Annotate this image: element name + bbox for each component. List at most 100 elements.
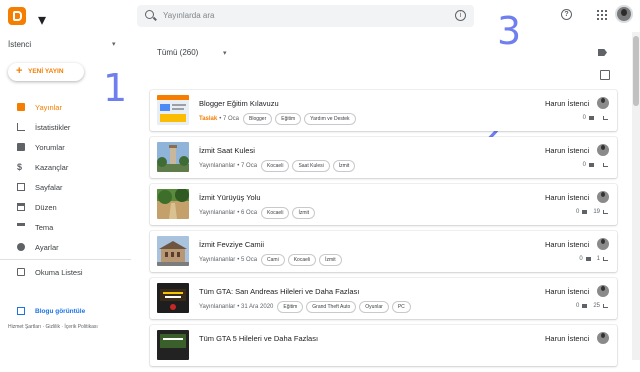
post-status: Yayınlananlar xyxy=(199,210,236,216)
posts-icon xyxy=(17,103,25,111)
post-filter-dropdown[interactable]: Tümü (260) xyxy=(157,48,198,57)
post-list: Blogger Eğitim Kılavuzu Taslak • 7 Oca B… xyxy=(150,90,617,372)
plus-icon: + xyxy=(16,65,23,77)
view-blog-link[interactable]: Blogu görüntüle xyxy=(17,307,85,315)
post-date: • 5 Oca xyxy=(237,257,258,263)
views-chart-icon xyxy=(603,163,608,167)
post-thumbnail xyxy=(157,283,189,313)
post-title[interactable]: İzmit Fevziye Camii xyxy=(199,240,264,249)
post-meta: Taslak • 7 Oca Blogger Eğitim Yardım ve … xyxy=(199,113,359,125)
help-icon[interactable]: ? xyxy=(561,9,572,20)
comments-icon xyxy=(17,143,25,151)
label-chip[interactable]: Cami xyxy=(261,254,285,266)
sidebar-item-theme[interactable]: Tema xyxy=(0,217,131,237)
footer-links[interactable]: Hizmet Şartları · Gizlilik · İçerik Poli… xyxy=(8,324,98,330)
info-icon[interactable]: i xyxy=(455,10,466,21)
sidebar-item-reading-list[interactable]: Okuma Listesi xyxy=(0,262,131,282)
comment-count: 0 xyxy=(582,115,586,121)
label-chip[interactable]: Grand Theft Auto xyxy=(306,301,357,313)
post-row[interactable]: Tüm GTA: San Andreas Hileleri ve Daha Fa… xyxy=(150,278,617,319)
post-author: Harun İstenci xyxy=(545,240,590,249)
post-row[interactable]: İzmit Fevziye Camii Yayınlananlar • 5 Oc… xyxy=(150,231,617,272)
post-thumbnail xyxy=(157,236,189,266)
label-chip[interactable]: Yardım ve Destek xyxy=(304,113,356,125)
reading-list-icon xyxy=(17,268,25,276)
label-icon[interactable] xyxy=(598,49,607,56)
view-count: 19 xyxy=(593,209,600,215)
label-chip[interactable]: Kocaeli xyxy=(261,160,290,172)
label-chip[interactable]: İzmit xyxy=(292,207,315,219)
post-row[interactable]: İzmit Saat Kulesi Yayınlananlar • 7 Oca … xyxy=(150,137,617,178)
author-avatar xyxy=(597,238,609,250)
post-author: Harun İstenci xyxy=(545,99,590,108)
post-date: • 7 Oca xyxy=(237,163,258,169)
post-stats: 0 xyxy=(583,162,608,168)
sidebar-item-stats[interactable]: İstatistikler xyxy=(0,117,131,137)
post-title[interactable]: Tüm GTA: San Andreas Hileleri ve Daha Fa… xyxy=(199,287,359,296)
scrollbar-thumb[interactable] xyxy=(633,36,639,106)
apps-grid-icon[interactable] xyxy=(597,10,607,20)
post-date: • 7 Oca xyxy=(219,116,240,122)
label-chip[interactable]: Blogger xyxy=(243,113,273,125)
post-meta: Yayınlananlar • 5 Oca Cami Kocaeli İzmit xyxy=(199,254,345,266)
label-chip[interactable]: Kocaeli xyxy=(287,254,317,266)
post-status: Yayınlananlar xyxy=(199,163,236,169)
post-author: Harun İstenci xyxy=(545,146,590,155)
blog-menu-chevron-icon[interactable]: ▾ xyxy=(38,10,46,30)
comment-icon xyxy=(589,116,594,120)
post-stats: 0 25 xyxy=(576,303,608,309)
label-chip[interactable]: Oyunlar xyxy=(359,301,389,313)
post-title[interactable]: İzmit Saat Kulesi xyxy=(199,146,255,155)
sidebar-item-label: İstatistikler xyxy=(35,122,71,132)
layout-icon xyxy=(17,203,25,211)
settings-icon xyxy=(17,243,25,251)
sidebar-item-earnings[interactable]: $ Kazançlar xyxy=(0,157,131,177)
sidebar-item-label: Okuma Listesi xyxy=(35,267,83,277)
label-chip[interactable]: İzmit xyxy=(332,160,356,172)
post-status: Taslak xyxy=(199,116,218,122)
blog-selector[interactable]: İstenci xyxy=(8,40,31,49)
sidebar-item-label: Yorumlar xyxy=(35,142,65,152)
sidebar-nav: Yayınlar İstatistikler Yorumlar $ Kazanç… xyxy=(0,97,131,282)
post-status: Yayınlananlar xyxy=(199,304,236,310)
search-input[interactable]: Yayınlarda ara xyxy=(163,11,214,20)
view-count: 25 xyxy=(593,303,600,309)
post-row[interactable]: Blogger Eğitim Kılavuzu Taslak • 7 Oca B… xyxy=(150,90,617,131)
blogger-logo-icon[interactable] xyxy=(8,7,26,25)
theme-icon xyxy=(17,223,25,231)
label-chip[interactable]: Eğitim xyxy=(275,113,302,125)
scrollbar[interactable] xyxy=(632,32,640,360)
divider xyxy=(0,259,131,260)
chevron-down-icon[interactable]: ▾ xyxy=(112,40,116,48)
label-chip[interactable]: Eğitim xyxy=(277,301,304,313)
author-avatar xyxy=(597,191,609,203)
post-row[interactable]: İzmit Yürüyüş Yolu Yayınlananlar • 6 Oca… xyxy=(150,184,617,225)
search-icon xyxy=(145,10,154,19)
sidebar-item-pages[interactable]: Sayfalar xyxy=(0,177,131,197)
post-author: Harun İstenci xyxy=(545,287,590,296)
earnings-icon: $ xyxy=(17,162,23,172)
views-chart-icon xyxy=(603,304,608,308)
post-meta: Yayınlananlar • 6 Oca Kocaeli İzmit xyxy=(199,207,318,219)
post-title[interactable]: İzmit Yürüyüş Yolu xyxy=(199,193,261,202)
label-chip[interactable]: Kocaeli xyxy=(261,207,290,219)
select-all-checkbox[interactable] xyxy=(600,70,610,80)
label-chip[interactable]: Saat Kulesi xyxy=(292,160,330,172)
comment-icon xyxy=(585,257,591,261)
post-author: Harun İstenci xyxy=(545,193,590,202)
sidebar-item-layout[interactable]: Düzen xyxy=(0,197,131,217)
comment-icon xyxy=(582,304,588,308)
sidebar-item-settings[interactable]: Ayarlar xyxy=(0,237,131,257)
new-post-button[interactable]: + YENİ YAYIN xyxy=(8,63,84,81)
sidebar-item-posts[interactable]: Yayınlar xyxy=(0,97,131,117)
chevron-down-icon[interactable]: ▾ xyxy=(223,49,227,57)
label-chip[interactable]: İzmit xyxy=(319,254,342,266)
sidebar-item-comments[interactable]: Yorumlar xyxy=(0,137,131,157)
post-title[interactable]: Tüm GTA 5 Hileleri ve Daha Fazlası xyxy=(199,334,318,343)
search-bar[interactable]: Yayınlarda ara i xyxy=(137,5,474,27)
post-title[interactable]: Blogger Eğitim Kılavuzu xyxy=(199,99,279,108)
account-avatar[interactable] xyxy=(615,5,633,23)
author-avatar xyxy=(597,97,609,109)
author-avatar xyxy=(597,144,609,156)
label-chip[interactable]: PC xyxy=(391,301,411,313)
